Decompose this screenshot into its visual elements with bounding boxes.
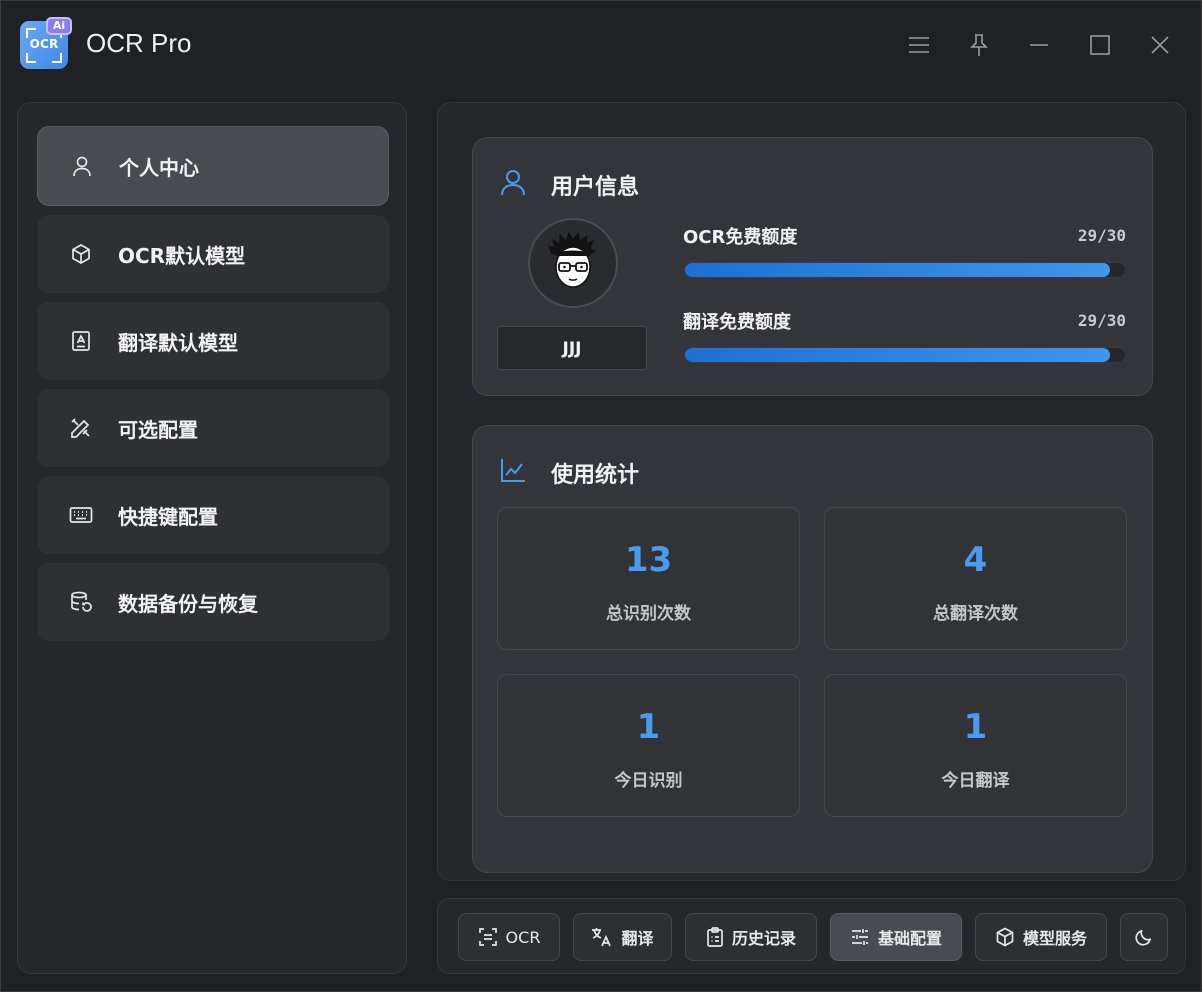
close-button[interactable] bbox=[1145, 30, 1175, 60]
username-field[interactable]: JJJ bbox=[497, 326, 647, 370]
sidebar: 个人中心 OCR默认模型 翻译默认模型 可选配置 快捷键配置 数据备份与恢复 bbox=[17, 102, 407, 974]
avatar-cartoon-icon bbox=[548, 231, 597, 288]
ocr-button[interactable]: OCR bbox=[458, 913, 560, 961]
sidebar-item-profile[interactable]: 个人中心 bbox=[37, 126, 389, 206]
sidebar-item-hotkey-config[interactable]: 快捷键配置 bbox=[37, 476, 389, 554]
user-icon bbox=[499, 168, 527, 196]
translate-button[interactable]: 翻译 bbox=[573, 913, 672, 961]
pin-button[interactable] bbox=[964, 30, 994, 60]
database-restore-icon bbox=[69, 590, 93, 614]
user-info-card: 用户信息 JJJ OCR免费额度 29/30 翻译免费额度 29/30 bbox=[472, 137, 1153, 396]
close-icon bbox=[1151, 36, 1169, 54]
sidebar-item-translate-model[interactable]: 翻译默认模型 bbox=[37, 302, 389, 380]
stat-label: 总翻译次数 bbox=[933, 604, 1018, 624]
stat-total-ocr: 13 总识别次数 bbox=[497, 507, 800, 650]
keyboard-icon bbox=[69, 503, 93, 527]
hamburger-menu-icon bbox=[909, 37, 929, 53]
stat-total-translate: 4 总翻译次数 bbox=[824, 507, 1127, 650]
stat-today-ocr: 1 今日识别 bbox=[497, 674, 800, 817]
model-service-button[interactable]: 模型服务 bbox=[975, 913, 1107, 961]
sidebar-item-label: 快捷键配置 bbox=[118, 504, 218, 529]
translate-button-label: 翻译 bbox=[621, 929, 654, 948]
moon-icon bbox=[1135, 929, 1152, 946]
sliders-icon bbox=[851, 929, 868, 945]
ocr-quota-progress bbox=[684, 262, 1126, 278]
sidebar-item-ocr-model[interactable]: OCR默认模型 bbox=[37, 215, 389, 293]
main-panel: 用户信息 JJJ OCR免费额度 29/30 翻译免费额度 29/30 使用统计… bbox=[437, 102, 1186, 881]
basic-config-button-label: 基础配置 bbox=[877, 929, 942, 948]
usage-stats-card: 使用统计 13 总识别次数 4 总翻译次数 1 今日识别 1 今日翻译 bbox=[472, 425, 1153, 873]
minimize-icon bbox=[1030, 44, 1048, 46]
translate-quota-value: 29/30 bbox=[1077, 311, 1126, 330]
scan-icon bbox=[478, 928, 497, 946]
basic-config-button[interactable]: 基础配置 bbox=[830, 913, 962, 961]
card-title: 使用统计 bbox=[551, 463, 640, 488]
app-window: OCR Ai OCR Pro 个人中心 OCR默认模型 翻译默认模型 可选配置 … bbox=[0, 0, 1202, 992]
stat-value: 1 bbox=[963, 707, 988, 747]
ocr-button-label: OCR bbox=[505, 927, 541, 947]
sidebar-item-label: OCR默认模型 bbox=[118, 243, 246, 268]
bottom-toolbar: OCR 翻译 历史记录 基础配置 模型服务 bbox=[437, 898, 1186, 974]
model-service-button-label: 模型服务 bbox=[1022, 929, 1087, 948]
menu-button[interactable] bbox=[904, 30, 934, 60]
maximize-button[interactable] bbox=[1085, 30, 1115, 60]
sidebar-item-label: 数据备份与恢复 bbox=[118, 591, 258, 616]
minimize-button[interactable] bbox=[1024, 30, 1054, 60]
logo-text: OCR bbox=[29, 37, 59, 51]
history-button-label: 历史记录 bbox=[731, 929, 796, 948]
translate-quota-progress-fill bbox=[685, 348, 1111, 362]
stat-value: 4 bbox=[963, 540, 988, 580]
stat-value: 1 bbox=[636, 707, 661, 747]
cube-icon bbox=[69, 242, 93, 266]
theme-toggle-button[interactable] bbox=[1120, 913, 1168, 961]
stat-label: 总识别次数 bbox=[606, 604, 691, 624]
ai-badge: Ai bbox=[46, 17, 72, 35]
stat-label: 今日翻译 bbox=[941, 771, 1010, 791]
translate-quota-label: 翻译免费额度 bbox=[683, 312, 791, 333]
title-bar: OCR Ai OCR Pro bbox=[1, 1, 1201, 89]
sidebar-item-optional-config[interactable]: 可选配置 bbox=[37, 389, 389, 467]
stat-value: 13 bbox=[624, 540, 673, 580]
stat-today-translate: 1 今日翻译 bbox=[824, 674, 1127, 817]
ocr-quota-label: OCR免费额度 bbox=[683, 227, 798, 248]
sidebar-item-backup-restore[interactable]: 数据备份与恢复 bbox=[37, 563, 389, 641]
stat-label: 今日识别 bbox=[614, 771, 683, 791]
clipboard-icon bbox=[707, 927, 723, 947]
maximize-icon bbox=[1090, 35, 1110, 55]
translate-quota-progress bbox=[684, 347, 1126, 363]
document-a-icon bbox=[69, 329, 93, 353]
line-chart-icon bbox=[499, 456, 527, 484]
avatar[interactable] bbox=[528, 218, 618, 308]
sidebar-item-label: 个人中心 bbox=[119, 155, 199, 180]
cube-icon bbox=[996, 927, 1014, 947]
ocr-quota-progress-fill bbox=[685, 263, 1111, 277]
sidebar-item-label: 可选配置 bbox=[118, 417, 198, 442]
history-button[interactable]: 历史记录 bbox=[685, 913, 817, 961]
app-logo-icon: OCR Ai bbox=[20, 17, 72, 69]
app-title: OCR Pro bbox=[86, 28, 192, 58]
sidebar-item-label: 翻译默认模型 bbox=[118, 330, 238, 355]
card-title: 用户信息 bbox=[551, 175, 640, 200]
translate-icon bbox=[592, 928, 612, 947]
tools-icon bbox=[69, 416, 93, 440]
pin-icon bbox=[970, 34, 988, 56]
user-icon bbox=[70, 154, 94, 178]
ocr-quota-value: 29/30 bbox=[1077, 226, 1126, 245]
